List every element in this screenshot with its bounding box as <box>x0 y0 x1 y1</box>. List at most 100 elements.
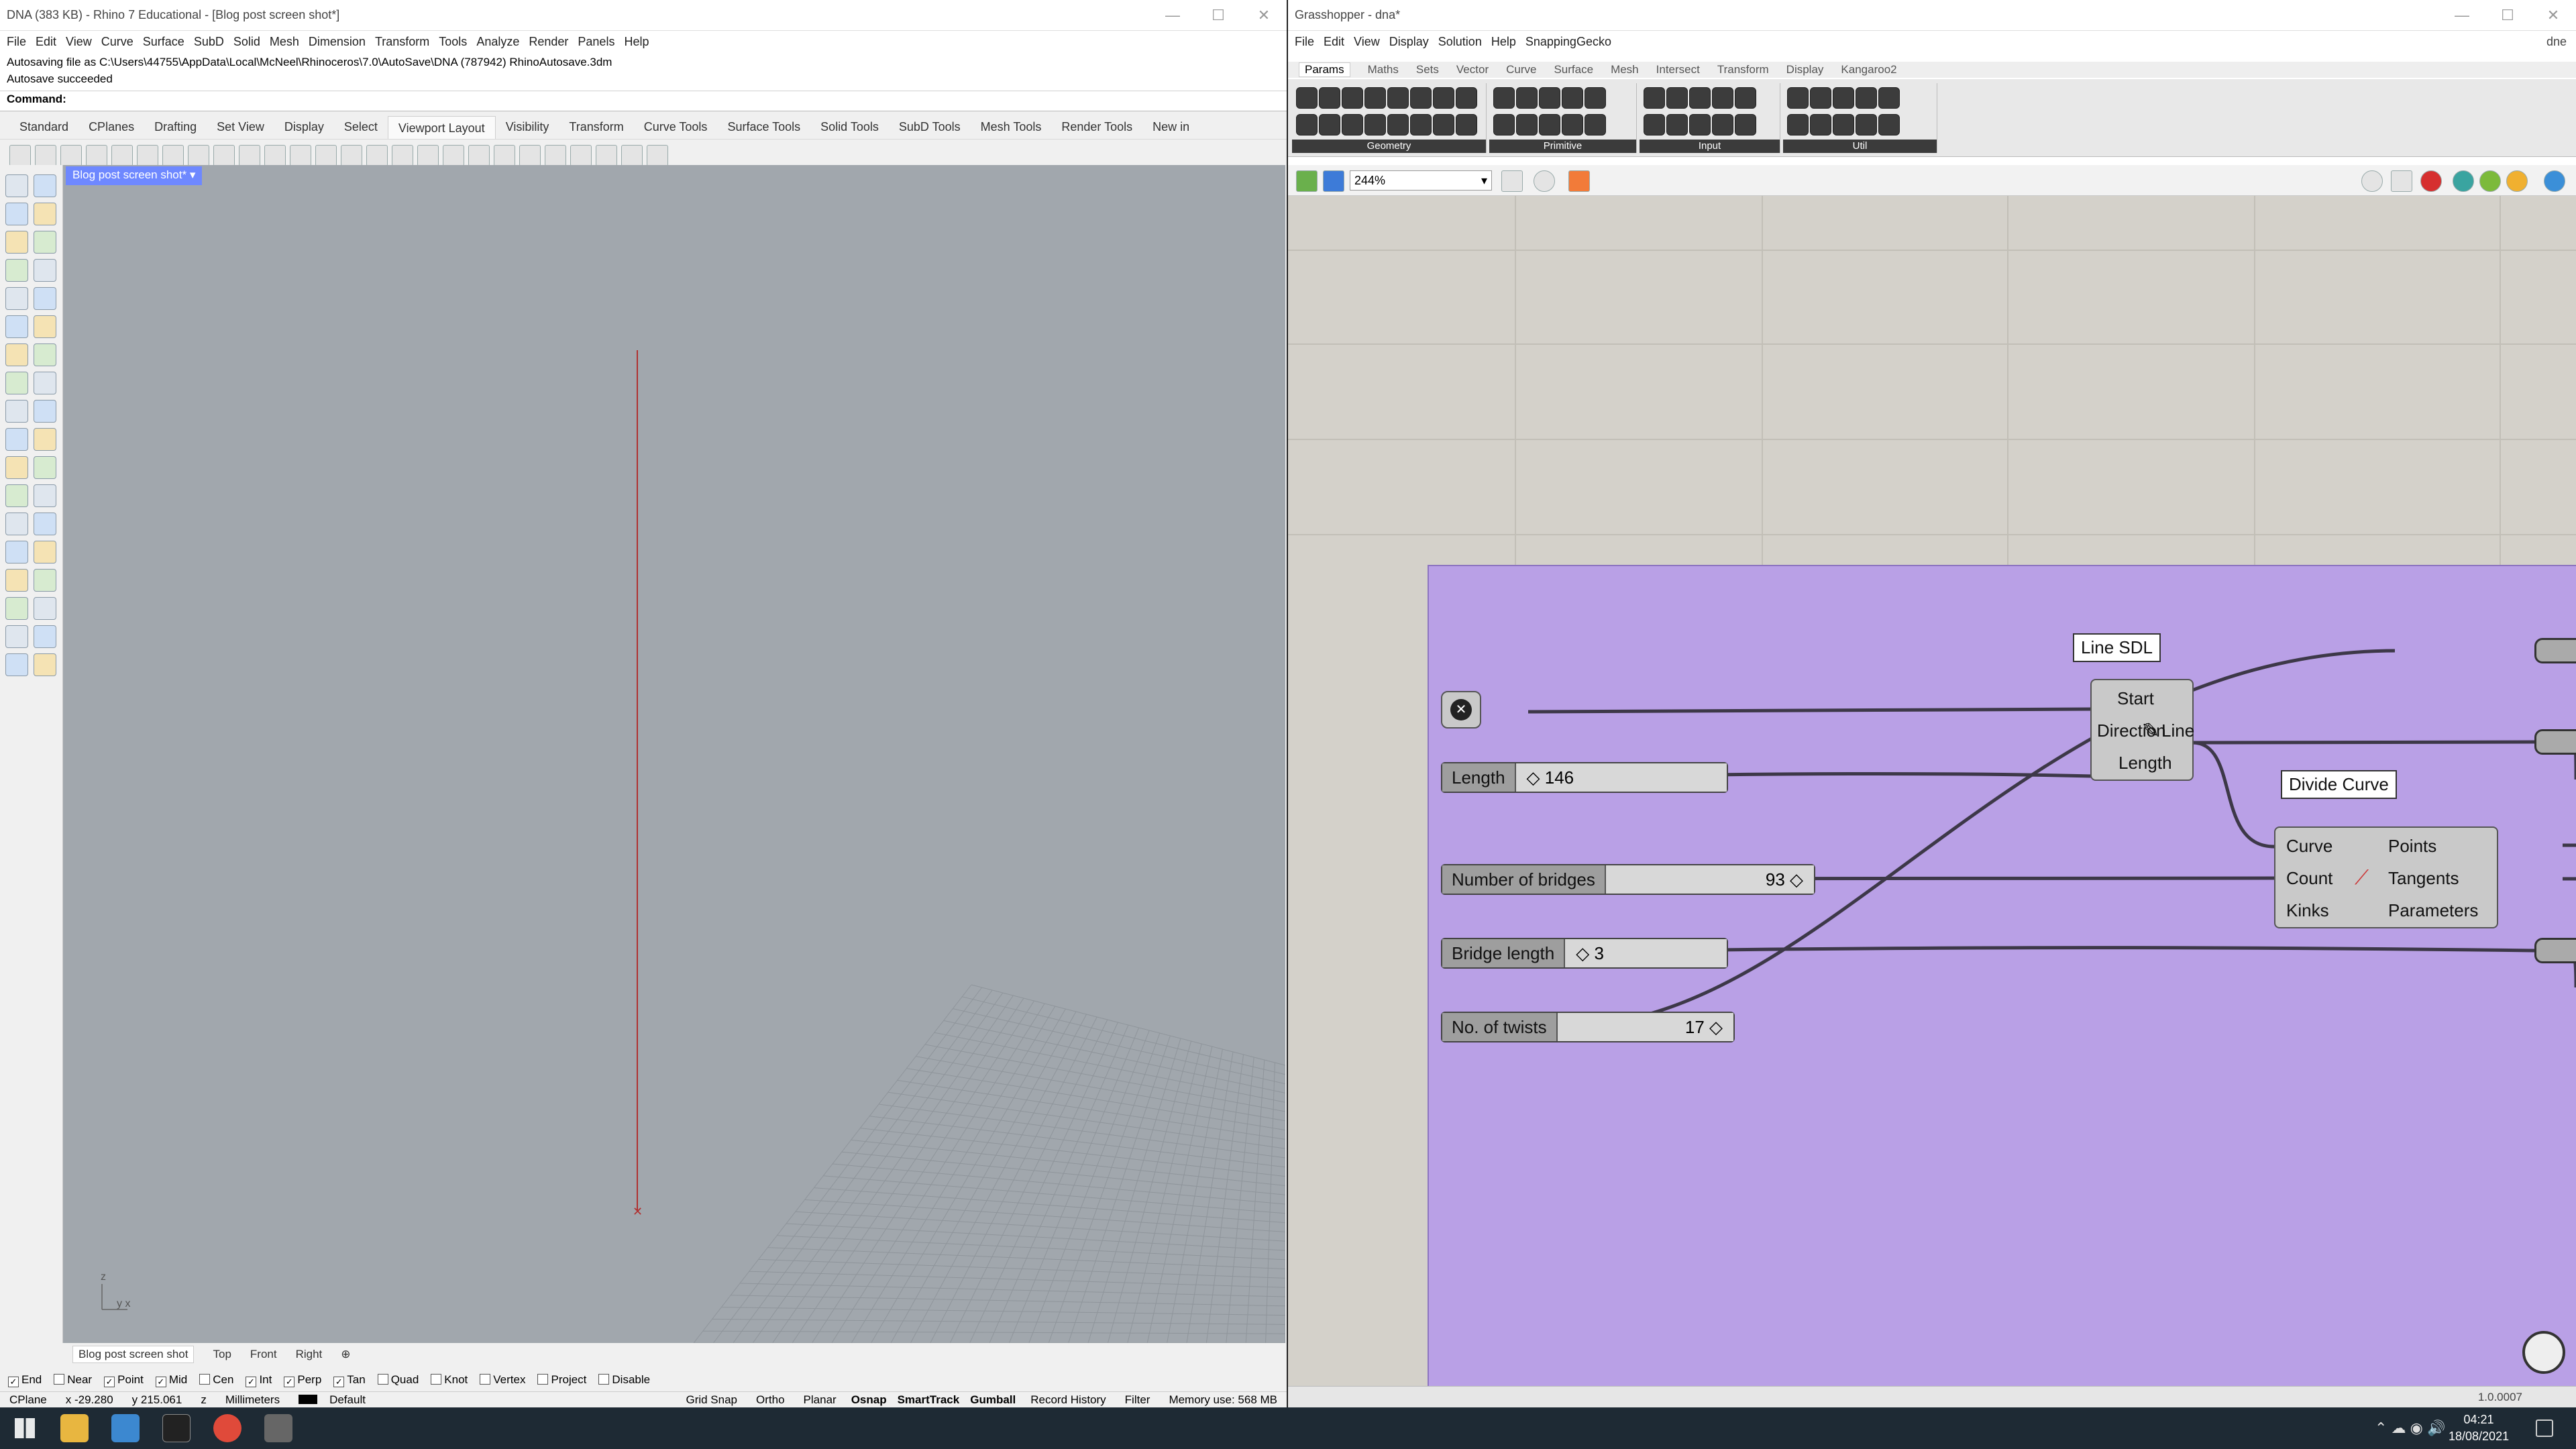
left-tool-icon[interactable] <box>34 203 56 225</box>
sketch-pen-icon[interactable] <box>1568 170 1590 192</box>
left-tool-icon[interactable] <box>5 231 28 254</box>
component-icon[interactable] <box>1810 114 1831 136</box>
gh-tab[interactable]: Surface <box>1554 63 1593 76</box>
left-tool-icon[interactable] <box>5 287 28 310</box>
component-icon[interactable] <box>1666 114 1688 136</box>
cplane-label[interactable]: CPlane <box>0 1393 56 1407</box>
file-explorer-icon[interactable] <box>60 1414 89 1442</box>
toolbar-tab[interactable]: CPlanes <box>78 120 144 134</box>
left-tool-icon[interactable] <box>5 513 28 535</box>
osnap-point[interactable]: ✓ Point <box>104 1373 144 1387</box>
close-button[interactable]: ✕ <box>1241 7 1287 24</box>
toolbar-tab[interactable]: Render Tools <box>1051 120 1142 134</box>
gh-tab[interactable]: Sets <box>1416 63 1439 76</box>
menu-item[interactable]: Panels <box>578 35 614 49</box>
layout-tool-icon[interactable] <box>188 145 209 166</box>
left-tool-icon[interactable] <box>34 231 56 254</box>
mail-icon[interactable] <box>111 1414 140 1442</box>
menu-item[interactable]: Surface <box>143 35 184 49</box>
left-tool-icon[interactable] <box>34 174 56 197</box>
preview-mode-icon[interactable] <box>2361 170 2383 192</box>
component-icon[interactable] <box>1516 114 1538 136</box>
relay-node[interactable] <box>2534 729 2576 755</box>
gh-tab[interactable]: Intersect <box>1656 63 1700 76</box>
menu-item[interactable]: Help <box>624 35 649 49</box>
left-tool-icon[interactable] <box>5 569 28 592</box>
left-tool-icon[interactable] <box>5 484 28 507</box>
component-icon[interactable] <box>1387 114 1409 136</box>
left-tool-icon[interactable] <box>5 400 28 423</box>
menu-item[interactable]: SnappingGecko <box>1525 35 1611 49</box>
menu-item[interactable]: Tools <box>439 35 467 49</box>
add-viewport-icon[interactable]: ⊕ <box>341 1348 350 1361</box>
input-length[interactable]: Length <box>2118 753 2172 773</box>
component-icon[interactable] <box>1562 87 1583 109</box>
divide-curve-component[interactable]: Curve Count Kinks Points Tangents Parame… <box>2274 826 2498 928</box>
layout-tool-icon[interactable] <box>315 145 337 166</box>
component-icon[interactable] <box>1410 87 1432 109</box>
layout-tool-icon[interactable] <box>239 145 260 166</box>
left-tool-icon[interactable] <box>5 428 28 451</box>
gh-tab[interactable]: Mesh <box>1611 63 1639 76</box>
toolbar-tab[interactable]: Display <box>274 120 334 134</box>
viewport-tab[interactable]: Blog post screen shot <box>72 1346 195 1363</box>
left-tool-icon[interactable] <box>5 174 28 197</box>
gh-tab[interactable]: Vector <box>1456 63 1489 76</box>
osnap-mid[interactable]: ✓ Mid <box>155 1373 187 1387</box>
status-toggle[interactable]: Osnap <box>846 1393 892 1407</box>
component-icon[interactable] <box>1585 87 1606 109</box>
menu-item[interactable]: Analyze <box>476 35 519 49</box>
component-icon[interactable] <box>1433 114 1454 136</box>
osnap-knot[interactable]: Knot <box>431 1373 468 1387</box>
layer-label[interactable]: Default <box>289 1393 384 1407</box>
bridges-slider[interactable]: Number of bridges 93 ◇ <box>1441 864 1815 895</box>
component-icon[interactable] <box>1516 87 1538 109</box>
left-tool-icon[interactable] <box>34 287 56 310</box>
menu-item[interactable]: Solution <box>1438 35 1482 49</box>
component-icon[interactable] <box>1387 87 1409 109</box>
component-icon[interactable] <box>1689 114 1711 136</box>
menu-item[interactable]: View <box>66 35 92 49</box>
component-icon[interactable] <box>1787 114 1809 136</box>
zoom-extents-icon[interactable] <box>1501 170 1523 192</box>
twists-slider[interactable]: No. of twists 17 ◇ <box>1441 1012 1735 1042</box>
layout-tool-icon[interactable] <box>341 145 362 166</box>
layout-tool-icon[interactable] <box>111 145 133 166</box>
layout-tool-icon[interactable] <box>35 145 56 166</box>
left-tool-icon[interactable] <box>5 372 28 394</box>
gh-tab[interactable]: Maths <box>1368 63 1399 76</box>
left-tool-icon[interactable] <box>34 259 56 282</box>
layout-tool-icon[interactable] <box>519 145 541 166</box>
menu-item[interactable]: SubD <box>194 35 224 49</box>
layout-tool-icon[interactable] <box>366 145 388 166</box>
gumball-icon[interactable] <box>2479 170 2501 192</box>
slider-track[interactable]: 93 ◇ <box>1605 865 1814 894</box>
relay-node[interactable] <box>2534 938 2576 963</box>
rhino-app-icon[interactable] <box>264 1414 292 1442</box>
status-toggle[interactable]: Record History <box>1021 1393 1115 1407</box>
save-file-icon[interactable] <box>1323 170 1344 192</box>
layout-tool-icon[interactable] <box>596 145 617 166</box>
component-icon[interactable] <box>1493 87 1515 109</box>
line-sdl-component[interactable]: Start Direction Length Line ✎ <box>2090 679 2194 781</box>
layout-tool-icon[interactable] <box>264 145 286 166</box>
selected-only-icon[interactable] <box>2453 170 2474 192</box>
toolbar-tab[interactable]: Set View <box>207 120 274 134</box>
component-icon[interactable] <box>1433 87 1454 109</box>
toolbar-tab[interactable]: Surface Tools <box>717 120 810 134</box>
status-toggle[interactable]: SmartTrack <box>892 1393 965 1407</box>
left-tool-icon[interactable] <box>34 597 56 620</box>
left-tool-icon[interactable] <box>5 259 28 282</box>
toolbar-tab[interactable]: Viewport Layout <box>387 115 496 139</box>
osnap-near[interactable]: Near <box>54 1373 92 1387</box>
component-icon[interactable] <box>1319 114 1340 136</box>
preview-eye-icon[interactable] <box>1534 170 1555 192</box>
slider-track[interactable]: 17 ◇ <box>1557 1013 1733 1041</box>
left-tool-icon[interactable] <box>5 315 28 338</box>
input-kinks[interactable]: Kinks <box>2286 900 2329 921</box>
component-icon[interactable] <box>1493 114 1515 136</box>
slider-track[interactable]: ◇ 3 <box>1565 939 1727 967</box>
layout-tool-icon[interactable] <box>213 145 235 166</box>
layout-tool-icon[interactable] <box>621 145 643 166</box>
viewport-tab[interactable]: Front <box>250 1348 277 1361</box>
